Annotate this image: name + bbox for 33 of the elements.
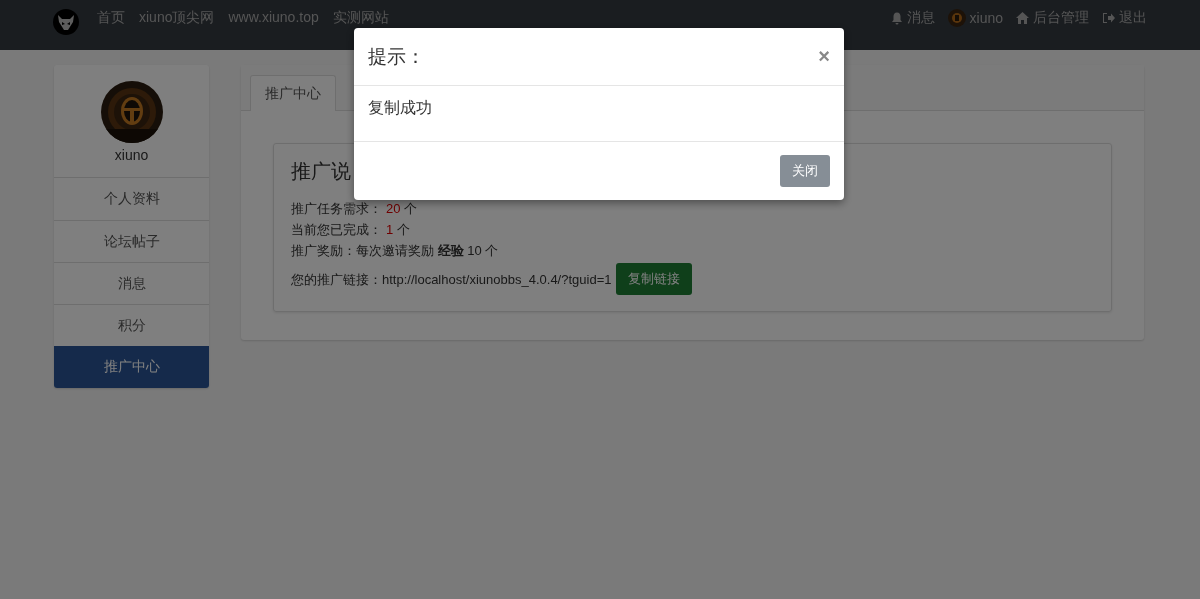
nav-link[interactable]: 实测网站 [332, 9, 389, 27]
sidebar-item[interactable]: 推广中心 [54, 346, 209, 388]
info-unit: 个 [397, 221, 411, 239]
sidebar-item[interactable]: 论坛帖子 [54, 220, 209, 262]
close-dialog-button[interactable]: 关闭 [780, 155, 830, 187]
logout-icon [1102, 12, 1115, 24]
nav-link[interactable]: xiuno [947, 9, 1003, 27]
promo-url: http://localhost/xiunobbs_4.0.4/?tguid=1 [382, 270, 612, 289]
modal-title: 提示： [368, 44, 425, 69]
avatar-icon [947, 9, 966, 27]
tab[interactable]: 推广中心 [250, 75, 336, 111]
logo-icon[interactable] [53, 9, 79, 35]
info-value: 20 [386, 200, 401, 218]
bell-icon [890, 11, 903, 25]
nav-link[interactable]: 退出 [1102, 9, 1147, 27]
info-text: 推广奖励：每次邀请奖励 经验 10 个 [291, 242, 499, 260]
modal-message: 复制成功 [368, 99, 432, 116]
username: xiuno [114, 147, 149, 163]
info-label: 您的推广链接： [291, 270, 382, 289]
info-value: 1 [386, 221, 394, 239]
close-button[interactable]: × [818, 45, 830, 68]
copy-link-button[interactable]: 复制链接 [616, 263, 693, 295]
nav-link[interactable]: 消息 [890, 9, 935, 27]
nav-link[interactable]: 首页 [97, 9, 125, 27]
info-unit: 个 [404, 200, 418, 218]
info-label: 推广任务需求： [291, 200, 382, 218]
nav-link[interactable]: www.xiuno.top [228, 9, 319, 25]
sidebar-item[interactable]: 积分 [54, 304, 209, 346]
panel-heading: 推广说 [291, 159, 351, 184]
info-label: 当前您已完成： [291, 221, 382, 239]
sidebar-item[interactable]: 个人资料 [54, 178, 209, 220]
sidebar-item[interactable]: 消息 [54, 262, 209, 304]
home-icon [1016, 12, 1029, 24]
